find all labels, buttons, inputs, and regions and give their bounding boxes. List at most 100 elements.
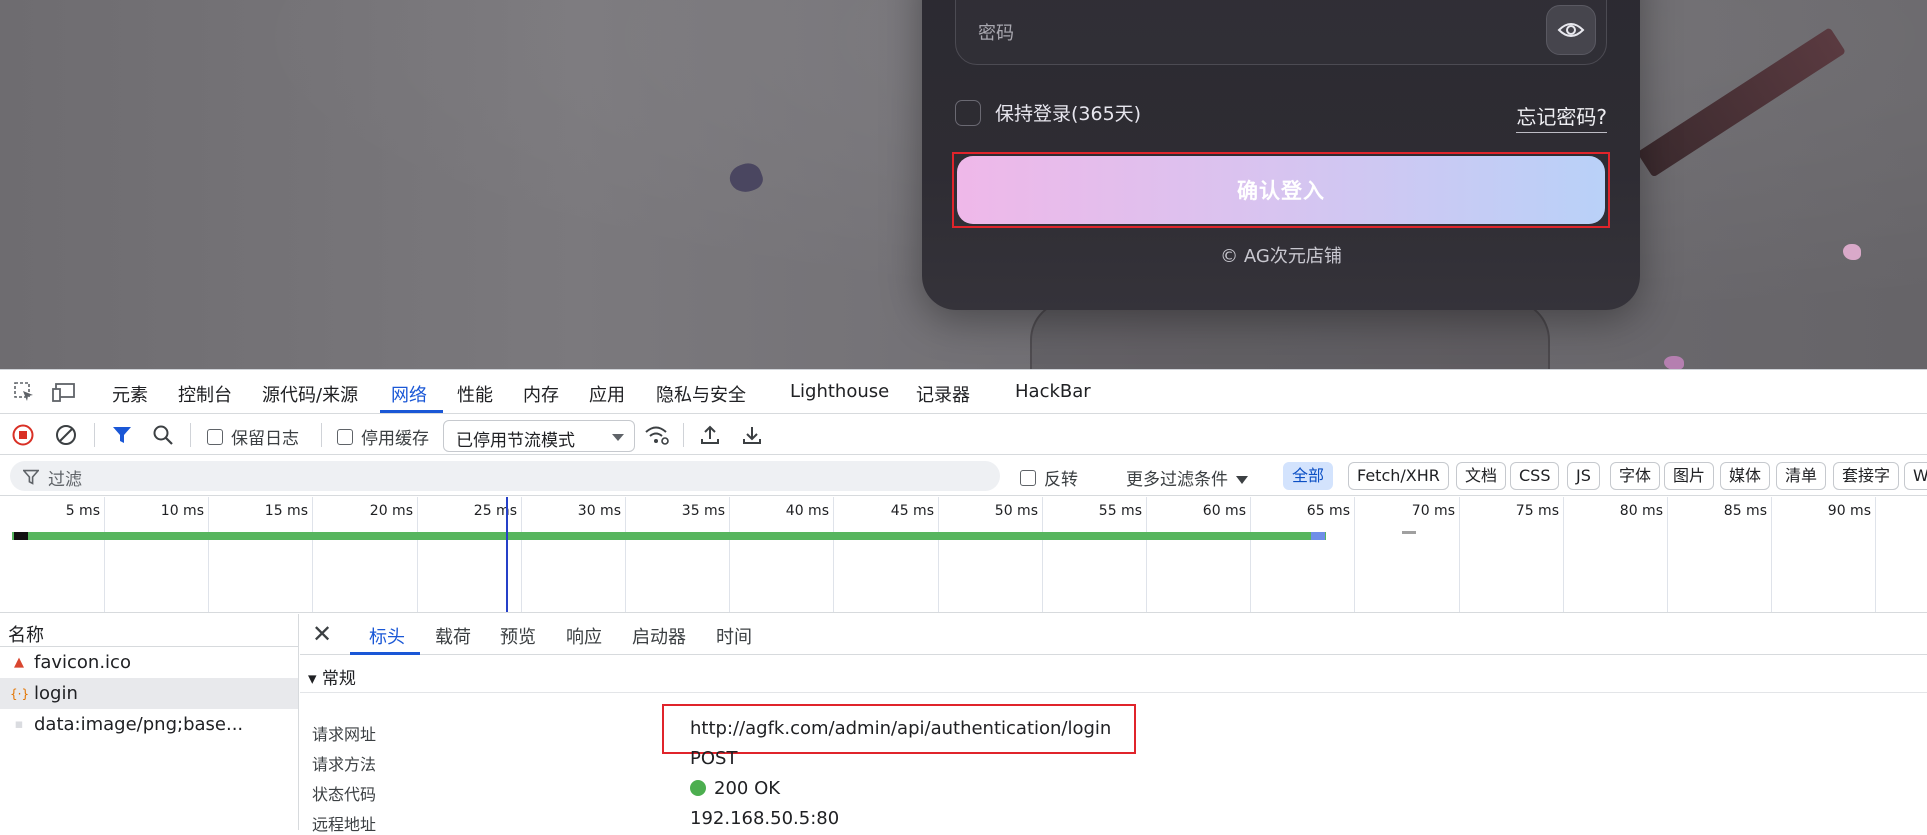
invert-checkbox[interactable]: 反转 [1020,465,1078,490]
character-illustration [1030,300,1550,369]
chevron-down-icon [612,434,624,441]
tab-console[interactable]: 控制台 [178,381,232,407]
forgot-password-link[interactable]: 忘记密码? [1516,101,1607,133]
status-ok-icon [690,780,706,796]
tab-network[interactable]: 网络 [391,381,427,407]
clear-icon[interactable] [53,423,79,447]
timeline-tick-label: 90 ms [1827,503,1871,519]
filter-chip-js[interactable]: JS [1567,462,1600,490]
tab-preview[interactable]: 预览 [500,623,536,649]
filter-chip-img[interactable]: 图片 [1664,462,1715,490]
fetch-icon: {·} [10,687,30,701]
devtools-panel: 元素 控制台 源代码/来源 网络 性能 内存 应用 隐私与安全 Lighthou… [0,369,1927,834]
inspect-element-icon[interactable] [11,380,37,404]
tab-application[interactable]: 应用 [589,381,625,407]
timeline-tick-label: 85 ms [1723,503,1767,519]
stop-recording-icon[interactable] [10,423,36,447]
preserve-log-checkbox[interactable]: 保留日志 [207,424,299,449]
copyright-text: © AG次元店铺 [1220,246,1342,267]
tab-hackbar[interactable]: HackBar [1015,381,1091,402]
filter-input[interactable]: 过滤 [10,461,1000,491]
request-details-panel: ✕ 标头 载荷 预览 响应 启动器 时间 ▾ 常规 请求网址 http://ag… [300,614,1927,834]
tab-headers[interactable]: 标头 [369,623,405,649]
request-row-selected[interactable]: {·} login [0,678,298,709]
request-name: login [34,683,78,704]
filter-chip-media[interactable]: 媒体 [1720,462,1771,490]
section-general-header[interactable]: ▾ 常规 [308,664,356,689]
header-key: 状态代码 [312,785,377,804]
waterfall-bar-small [1402,531,1416,534]
active-tab-indicator [350,652,420,655]
timeline-tick-label: 60 ms [1202,503,1246,519]
timeline-tick-label: 75 ms [1515,503,1559,519]
password-placeholder: 密码 [978,23,1014,44]
tab-privacy-security[interactable]: 隐私与安全 [656,381,746,407]
request-row[interactable]: ▪ data:image/png;base... [0,709,298,740]
tab-payload[interactable]: 载荷 [435,623,471,649]
password-field[interactable]: 密码 [955,0,1607,65]
timeline-gridline [104,497,105,612]
timeline-gridline [312,497,313,612]
petal-decoration [1664,356,1684,369]
request-list: 名称 ▲ favicon.ico {·} login ▪ data:image/… [0,614,299,830]
tab-lighthouse[interactable]: Lighthouse [790,381,889,402]
timeline-tick-label: 15 ms [264,503,308,519]
waterfall-bar [12,532,1326,540]
network-conditions-icon[interactable] [644,423,670,447]
timeline-gridline [1771,497,1772,612]
remember-me[interactable]: 保持登录(365天) [955,99,1141,126]
login-card: 密码 保持登录(365天) 忘记密码? 确认登入 © AG次元店铺 [922,0,1640,310]
waterfall-bar-waiting [14,532,28,540]
chevron-down-icon [1236,476,1248,484]
disable-cache-checkbox[interactable]: 停用缓存 [337,424,429,449]
timeline-tick-label: 5 ms [65,503,100,519]
tab-elements[interactable]: 元素 [112,381,148,407]
remember-checkbox[interactable] [955,99,981,126]
timeline-tick-label: 25 ms [473,503,517,519]
show-password-button[interactable] [1546,5,1596,55]
devtools-tabbar: 元素 控制台 源代码/来源 网络 性能 内存 应用 隐私与安全 Lighthou… [0,370,1927,414]
tab-memory[interactable]: 内存 [523,381,559,407]
filter-chip-wasm[interactable]: W [1904,462,1927,490]
timeline-gridline [1042,497,1043,612]
filter-bar: 过滤 反转 更多过滤条件 全部 Fetch/XHR 文档 CSS JS 字体 图… [0,456,1927,496]
timeline-gridline [729,497,730,612]
search-icon[interactable] [150,423,176,447]
petal-decoration [1843,244,1861,260]
tab-timing[interactable]: 时间 [716,623,752,649]
tab-recorder[interactable]: 记录器 [916,381,970,407]
timeline-gridline [417,497,418,612]
timeline-gridline [1459,497,1460,612]
preserve-log-label: 保留日志 [231,429,299,449]
filter-icon[interactable] [109,423,135,447]
filter-chip-all[interactable]: 全部 [1283,462,1334,490]
filter-chip-css[interactable]: CSS [1510,462,1560,490]
network-overview-timeline[interactable]: 5 ms 10 ms 15 ms 20 ms 25 ms 30 ms 35 ms 40 ms 4… [0,497,1927,613]
filter-chip-fetch-xhr[interactable]: Fetch/XHR [1348,462,1449,490]
tab-sources[interactable]: 源代码/来源 [262,381,358,407]
invert-label: 反转 [1044,470,1078,490]
tab-response[interactable]: 响应 [566,623,602,649]
timeline-tick-label: 40 ms [785,503,829,519]
timeline-tick-label: 35 ms [681,503,725,519]
import-har-icon[interactable] [697,423,723,447]
export-har-icon[interactable] [739,423,765,447]
device-toolbar-icon[interactable] [52,380,78,404]
tab-performance[interactable]: 性能 [457,381,493,407]
column-header-name[interactable]: 名称 [0,614,298,647]
filter-chip-manifest[interactable]: 清单 [1776,462,1827,490]
request-row[interactable]: ▲ favicon.ico [0,647,298,678]
timeline-tick-label: 65 ms [1306,503,1350,519]
filter-chip-font[interactable]: 字体 [1610,462,1661,490]
filter-chip-doc[interactable]: 文档 [1456,462,1507,490]
more-filters-dropdown[interactable]: 更多过滤条件 [1126,465,1248,490]
timeline-gridline [1146,497,1147,612]
more-filters-label: 更多过滤条件 [1126,470,1228,490]
details-tabbar: ✕ 标头 载荷 预览 响应 启动器 时间 [300,614,1927,655]
close-icon[interactable]: ✕ [312,620,332,648]
tab-initiator[interactable]: 启动器 [632,623,686,649]
filter-chip-socket[interactable]: 套接字 [1833,462,1900,490]
login-button[interactable]: 确认登入 [957,156,1605,224]
throttling-select[interactable]: 已停用节流模式 [443,420,635,452]
timeline-gridline [521,497,522,612]
